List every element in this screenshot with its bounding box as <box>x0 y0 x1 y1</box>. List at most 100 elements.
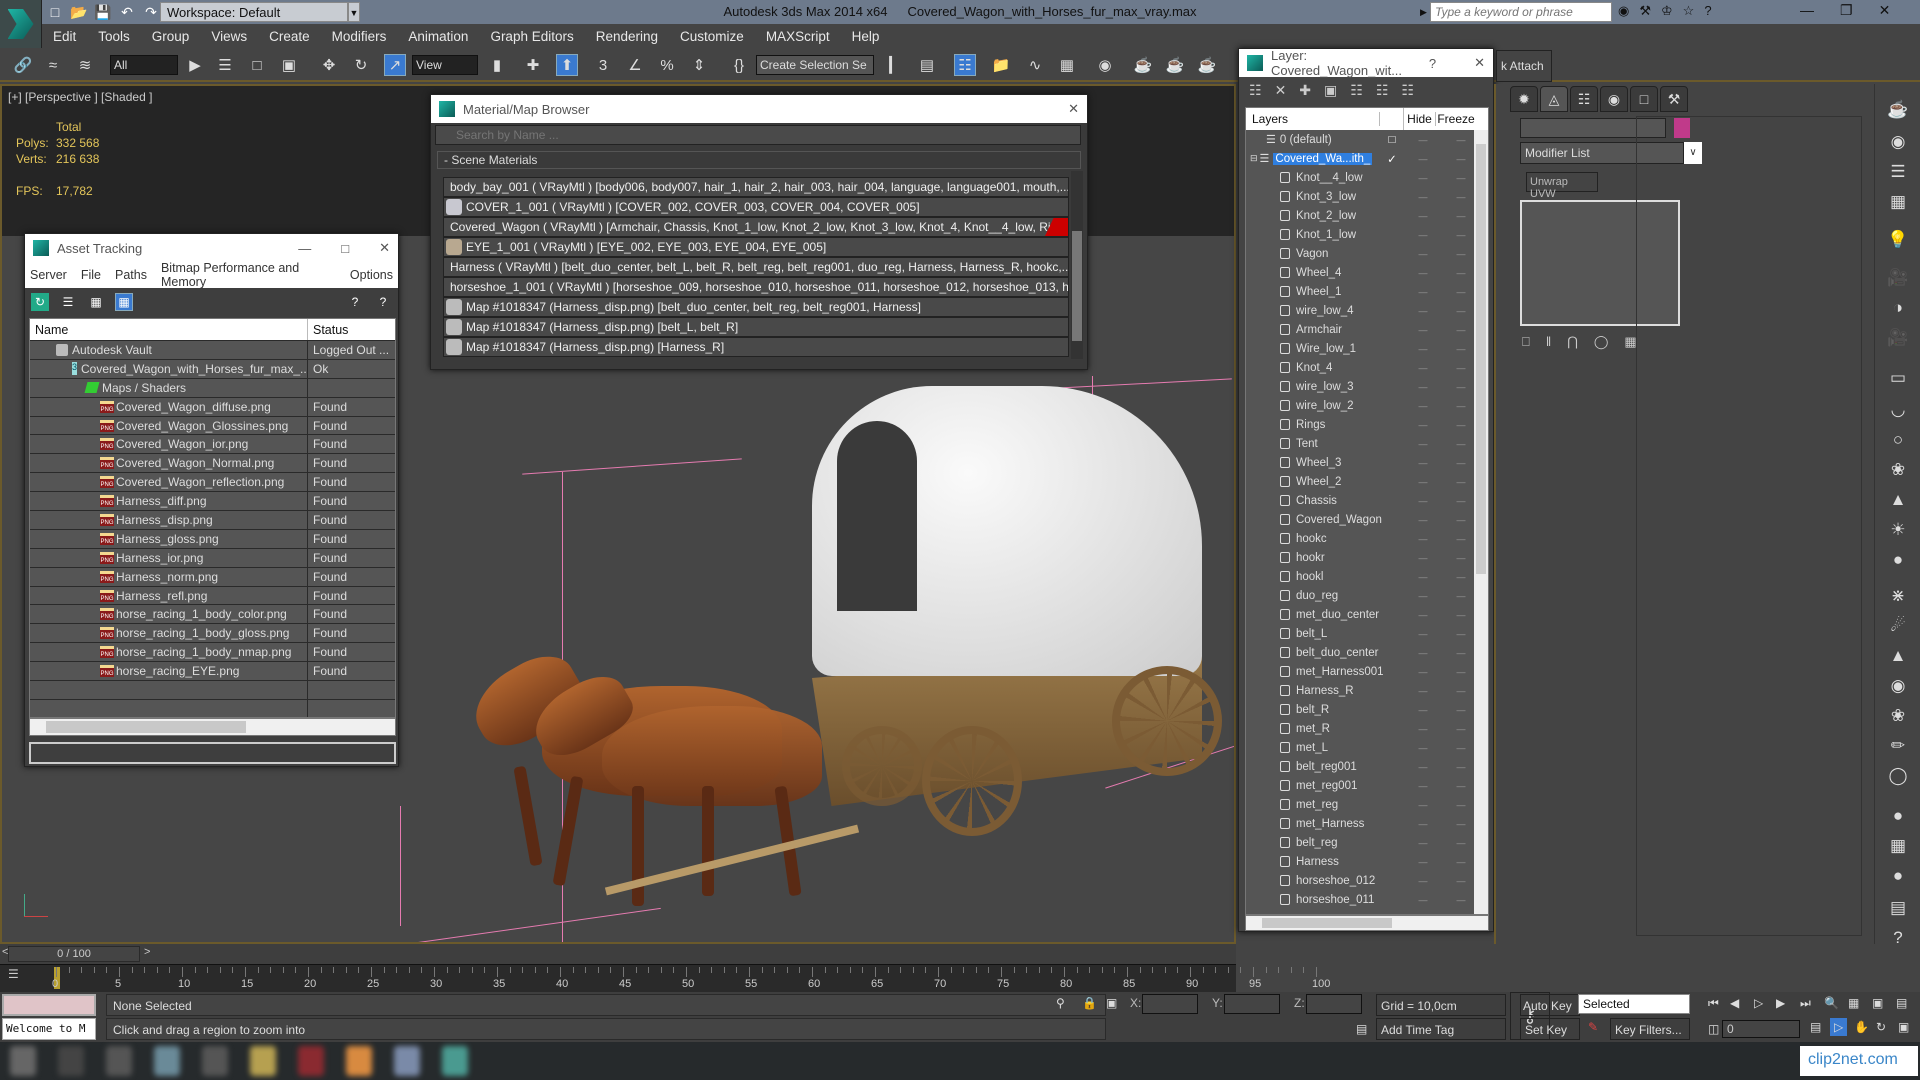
menu-rendering[interactable]: Rendering <box>585 29 669 44</box>
next-key-icon[interactable]: ▶ <box>1776 996 1785 1010</box>
select-by-name-icon[interactable]: ☰ <box>214 54 236 76</box>
taskbar-app-icon[interactable] <box>154 1046 180 1076</box>
isolate-selection-icon[interactable]: ⚲ <box>1056 996 1065 1010</box>
utilities-tab-icon[interactable]: ⚒ <box>1660 86 1688 112</box>
maximize-viewport-icon[interactable]: ▣ <box>1898 1020 1909 1034</box>
hide-toggle[interactable]: — <box>1404 192 1442 202</box>
zoom-extents-icon[interactable]: ▣ <box>1872 996 1883 1010</box>
render-frame-icon[interactable]: ◉ <box>1885 130 1911 154</box>
window-crossing-icon[interactable]: ▣ <box>278 54 300 76</box>
menu-graph-editors[interactable]: Graph Editors <box>479 29 584 44</box>
move-icon[interactable]: ✥ <box>318 54 340 76</box>
object-row[interactable]: met_reg — — <box>1246 795 1488 814</box>
restore-icon[interactable]: ❐ <box>1840 2 1853 19</box>
previous-key-icon[interactable]: ◀ <box>1730 996 1739 1010</box>
hide-toggle[interactable]: — <box>1404 420 1442 430</box>
list-view-icon[interactable]: ☰ <box>59 293 77 311</box>
go-to-start-icon[interactable]: ⏮ <box>1708 996 1719 1011</box>
menu-maxscript[interactable]: MAXScript <box>755 29 841 44</box>
hair-fur-icon[interactable]: ✏ <box>1885 734 1911 758</box>
hide-toggle[interactable]: — <box>1404 667 1442 677</box>
material-item[interactable]: Harness ( VRayMtl ) [belt_duo_center, be… <box>443 257 1069 277</box>
bind-spacewarp-icon[interactable]: ≋ <box>74 54 96 76</box>
key-mode-toggle-icon[interactable]: ◫ <box>1708 1022 1719 1036</box>
hide-toggle[interactable]: — <box>1404 249 1442 259</box>
object-row[interactable]: Knot_1_low — — <box>1246 225 1488 244</box>
asset-row[interactable]: PNG Covered_Wagon_Glossines.png Found <box>30 416 395 436</box>
object-row[interactable]: met_duo_center — — <box>1246 605 1488 624</box>
atmosphere-icon[interactable]: ☄ <box>1885 614 1911 638</box>
help-icon[interactable]: ? <box>346 293 364 311</box>
asset-row[interactable]: PNG Covered_Wagon_diffuse.png Found <box>30 397 395 417</box>
zoom-region-icon[interactable]: ▷ <box>1830 1018 1848 1036</box>
maxscript-mini-listener[interactable]: Welcome to M <box>2 1018 96 1040</box>
hide-toggle[interactable]: — <box>1404 325 1442 335</box>
scene-explorer-icon[interactable]: 📁 <box>990 54 1012 76</box>
current-layer-checkbox[interactable]: □ <box>1380 134 1404 146</box>
y-coordinate-field[interactable] <box>1224 994 1280 1014</box>
tools-icon[interactable]: ⚒ <box>1639 3 1651 19</box>
show-end-result-icon[interactable]: ‖ <box>1546 334 1551 350</box>
taskbar-app-icon[interactable] <box>394 1046 420 1076</box>
layer-row[interactable]: ☰ 0 (default) □ — — <box>1246 130 1488 149</box>
hide-toggle[interactable]: — <box>1404 306 1442 316</box>
taskbar-app-icon[interactable] <box>298 1046 324 1076</box>
object-row[interactable]: Harness — — <box>1246 852 1488 871</box>
attach-button[interactable]: k Attach <box>1496 50 1552 82</box>
z-coordinate-field[interactable] <box>1306 994 1362 1014</box>
menu-help[interactable]: Help <box>841 29 891 44</box>
reference-coordinate-dropdown[interactable]: View <box>412 55 478 75</box>
asset-row[interactable]: PNG horse_racing_1_body_color.png Found <box>30 605 395 625</box>
maxscript-listener-mini[interactable] <box>2 994 96 1016</box>
hide-toggle[interactable]: — <box>1404 591 1442 601</box>
object-row[interactable]: horseshoe_012— — <box>1246 871 1488 890</box>
unlink-icon[interactable]: ≈ <box>42 54 64 76</box>
taskbar-app-icon[interactable] <box>10 1046 36 1076</box>
object-row[interactable]: Wheel_3— — <box>1246 453 1488 472</box>
modify-tab-icon[interactable]: ◬ <box>1540 86 1568 112</box>
pivot-center-icon[interactable]: ▮ <box>486 54 508 76</box>
grass-icon[interactable]: ❀ <box>1885 704 1911 728</box>
angle-snap-icon[interactable]: ∠ <box>624 54 646 76</box>
render-production-icon[interactable]: ☕ <box>1196 54 1218 76</box>
object-row[interactable]: Vagon — — <box>1246 244 1488 263</box>
layer-manager-icon[interactable]: ☷ <box>954 54 976 76</box>
object-row[interactable]: Covered_Wagon — — <box>1246 510 1488 529</box>
help-search-input[interactable] <box>1430 2 1612 22</box>
close-icon[interactable]: ✕ <box>379 240 390 256</box>
current-layer-checkmark-icon[interactable]: ✓ <box>1380 152 1404 166</box>
viewport-label[interactable]: [+] [Perspective ] [Shaded ] <box>8 90 152 104</box>
hide-toggle[interactable]: — <box>1404 781 1442 791</box>
camera-moon-icon[interactable]: ◑ <box>1885 296 1911 320</box>
percent-snap-icon[interactable]: % <box>656 54 678 76</box>
asset-row[interactable]: PNG Covered_Wagon_ior.png Found <box>30 435 395 455</box>
render-options-icon[interactable]: ▦ <box>1885 190 1911 214</box>
render-setup-icon[interactable]: ☕ <box>1132 54 1154 76</box>
time-slider-thumb[interactable]: 0 / 100 <box>8 946 140 962</box>
configure-modifier-sets-icon[interactable]: ▦ <box>1624 334 1636 350</box>
layer-manager-titlebar[interactable]: Layer: Covered_Wagon_wit... ? ✕ <box>1239 48 1493 78</box>
fog-icon[interactable]: ▲ <box>1885 644 1911 668</box>
create-layer-icon[interactable]: ☷ <box>1249 82 1262 99</box>
next-frame-icon[interactable]: > <box>144 946 150 958</box>
table-view-icon[interactable]: ▦ <box>115 293 133 311</box>
delete-layer-icon[interactable]: ✕ <box>1275 82 1287 99</box>
object-row[interactable]: Knot_2_low — — <box>1246 206 1488 225</box>
object-row[interactable]: wire_low_4— — <box>1246 301 1488 320</box>
asset-row[interactable]: Autodesk Vault Logged Out ... <box>30 341 395 360</box>
signin-icon[interactable]: ♔ <box>1661 3 1673 19</box>
menu-modifiers[interactable]: Modifiers <box>321 29 398 44</box>
app-menu-button[interactable] <box>0 0 42 48</box>
material-editor-icon[interactable]: ◉ <box>1094 54 1116 76</box>
hide-toggle[interactable]: — <box>1404 287 1442 297</box>
material-sphere-icon[interactable]: ● <box>1885 804 1911 828</box>
undo-icon[interactable]: ↶ <box>118 4 136 21</box>
material-browser-titlebar[interactable]: Material/Map Browser ✕ <box>431 95 1087 123</box>
pan-hand-icon[interactable]: ✋ <box>1854 1020 1869 1034</box>
key-mode-dropdown[interactable]: Selected <box>1578 994 1690 1014</box>
minimize-icon[interactable]: — <box>298 241 311 256</box>
object-row[interactable]: Knot__4_low — — <box>1246 168 1488 187</box>
edit-named-selection-icon[interactable]: {} <box>728 54 750 76</box>
workspace-dropdown[interactable]: Workspace: Default <box>160 2 348 22</box>
help-icon[interactable]: ? <box>1704 3 1711 19</box>
